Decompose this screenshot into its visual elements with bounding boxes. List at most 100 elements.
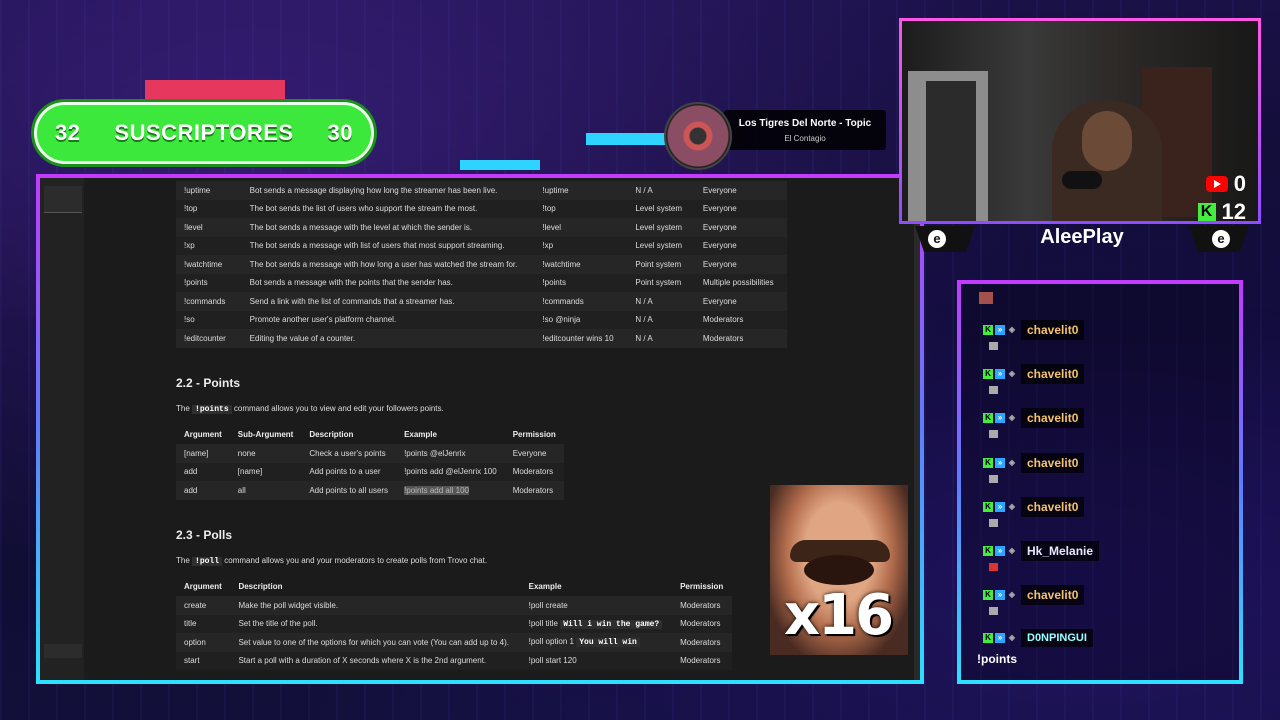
table-row: title Set the title of the poll. !poll tit…: [176, 614, 732, 633]
table-cell: !points add @elJenrix 100: [396, 462, 505, 481]
table-cell: Promote another user's platform channel.: [241, 310, 535, 329]
table-header: Permission: [512, 430, 556, 440]
sidebar-tab[interactable]: [44, 644, 82, 658]
album-art-icon: [664, 102, 732, 170]
table-cell: !level: [176, 218, 242, 237]
meme-emote-overlay: x16: [770, 485, 908, 655]
points-intro-before: The: [176, 403, 190, 413]
table-cell: !editcounter: [176, 329, 242, 348]
chat-username[interactable]: chavelit0: [1021, 408, 1085, 429]
user-badges: K» ◈: [983, 457, 1017, 468]
table-cell: The bot sends the list of users who supp…: [241, 199, 535, 218]
chat-emote-icon: [989, 563, 998, 571]
mod-badge-icon: ◈: [1008, 325, 1016, 334]
table-row: [name] none Check a user's points !points @…: [176, 444, 564, 463]
example-text: !poll option 1: [528, 637, 574, 647]
table-cell: Moderators: [672, 633, 732, 652]
table-cell: !points @elJenrix: [396, 444, 505, 463]
table-cell: Moderators: [672, 596, 732, 615]
polls-intro-before: The: [176, 555, 190, 565]
table-cell: Moderators: [672, 614, 732, 633]
table-cell: The bot sends a message with list of use…: [241, 236, 535, 255]
table-cell: !commands: [534, 292, 628, 311]
chat-username[interactable]: chavelit0: [1021, 452, 1085, 473]
points-intro-code: !points: [192, 404, 232, 414]
points-heading: 2.2 - Points: [176, 375, 241, 390]
table-cell: Everyone: [694, 181, 787, 200]
sidebar-tab[interactable]: [44, 186, 82, 213]
table-cell: !top: [176, 199, 242, 218]
meme-multiplier: x16: [784, 583, 894, 648]
now-playing-widget: Los Tigres Del Norte - Topic El Contagio: [664, 102, 886, 170]
selected-text[interactable]: !points add all 100: [404, 485, 469, 495]
example-text: !poll start 120: [528, 656, 577, 666]
table-cell: !poll create: [520, 596, 673, 615]
chat-panel: K» ◈ chavelit0 K» ◈ chavelit0 K» ◈ chavelit0 K» ◈ c…: [957, 280, 1243, 684]
subscriber-label: SUSCRIPTORES: [114, 120, 294, 145]
mod-badge-icon: ◈: [1008, 633, 1016, 643]
song-title: Los Tigres Del Norte - Topic: [738, 118, 872, 129]
chat-message: K» ◈ chavelit0: [983, 452, 1085, 483]
table-row: !points Bot sends a message with the poin…: [176, 273, 787, 292]
table-cell: title: [176, 614, 231, 633]
table-row: start Start a poll with a duration of X s…: [176, 651, 732, 670]
table-header: Example: [528, 582, 562, 592]
table-cell: create: [176, 596, 231, 615]
mod-badge-icon: ◈: [1008, 590, 1016, 600]
chat-username[interactable]: chavelit0: [1021, 585, 1085, 606]
table-cell: Moderators: [504, 462, 564, 481]
polls-table: Argument Description Example Permission cre…: [176, 578, 732, 670]
table-cell: !poll title Will i win the game?: [520, 614, 673, 633]
chat-message: K» ◈ chavelit0: [983, 408, 1085, 439]
table-header: Argument: [184, 430, 222, 440]
mod-badge-icon: ◈: [1008, 457, 1016, 467]
points-intro: The !points command allows you to view a…: [176, 404, 916, 414]
table-cell: Add points to all users: [301, 481, 397, 500]
table-cell: Everyone: [694, 199, 787, 218]
table-row: !level The bot sends a message with the l…: [176, 218, 787, 237]
example-text: !poll create: [528, 600, 568, 610]
table-cell: !so @ninja: [534, 310, 628, 329]
table-cell: Bot sends a message displaying how long …: [241, 181, 535, 200]
table-cell: Set value to one of the options for whic…: [230, 633, 521, 652]
table-cell: Point system: [627, 255, 695, 274]
table-cell: Send a link with the list of commands th…: [241, 292, 535, 311]
table-cell: Moderators: [504, 481, 564, 500]
chat-message: K» ◈ chavelit0: [983, 364, 1085, 395]
table-cell: !commands: [176, 292, 242, 311]
webcam-microphone: [1062, 171, 1102, 189]
chat-username[interactable]: Hk_Melanie: [1021, 541, 1100, 561]
table-header: Example: [404, 430, 437, 440]
chat-emote-icon: [989, 518, 998, 527]
table-cell: !points add all 100: [396, 481, 505, 500]
streamer-name: AleePlay: [1040, 226, 1124, 248]
kick-badge-icon: K: [983, 457, 993, 468]
table-row: add [name] Add points to a user !points add…: [176, 462, 564, 481]
chat-emote-icon: [989, 342, 998, 350]
table-cell: Level system: [627, 236, 695, 255]
chat-username[interactable]: chavelit0: [1021, 364, 1085, 385]
user-badges: K» ◈: [983, 413, 1017, 424]
table-header: Description: [309, 430, 354, 440]
chat-message: K» ◈ Hk_Melanie: [983, 541, 1100, 571]
table-row: option Set value to one of the options fo…: [176, 633, 732, 652]
subscriber-counter: 32 SUSCRIPTORES 30: [34, 102, 374, 164]
table-cell: !poll option 1 You will win: [520, 633, 673, 652]
chat-username[interactable]: chavelit0: [1021, 320, 1085, 340]
sub-badge-icon: »: [995, 590, 1005, 601]
sub-badge-icon: »: [995, 633, 1005, 644]
webcam-pc-panel: [926, 81, 976, 221]
table-row: create Make the poll widget visible. !poll…: [176, 596, 732, 615]
user-badges: K» ◈: [983, 325, 1017, 335]
table-cell: Add points to a user: [301, 462, 397, 481]
chat-username[interactable]: chavelit0: [1021, 496, 1085, 517]
example-text: !poll title: [528, 618, 558, 628]
youtube-icon: [1205, 176, 1228, 192]
meme-mouth: [804, 555, 874, 585]
table-cell: Everyone: [694, 218, 787, 237]
viewer-stats: 0 K 12: [1197, 171, 1246, 221]
kick-badge-icon: K: [983, 501, 993, 512]
chat-username[interactable]: D0NPINGUI: [1021, 629, 1093, 648]
table-cell: Editing the value of a counter.: [241, 329, 535, 348]
table-cell: !uptime: [176, 181, 242, 200]
